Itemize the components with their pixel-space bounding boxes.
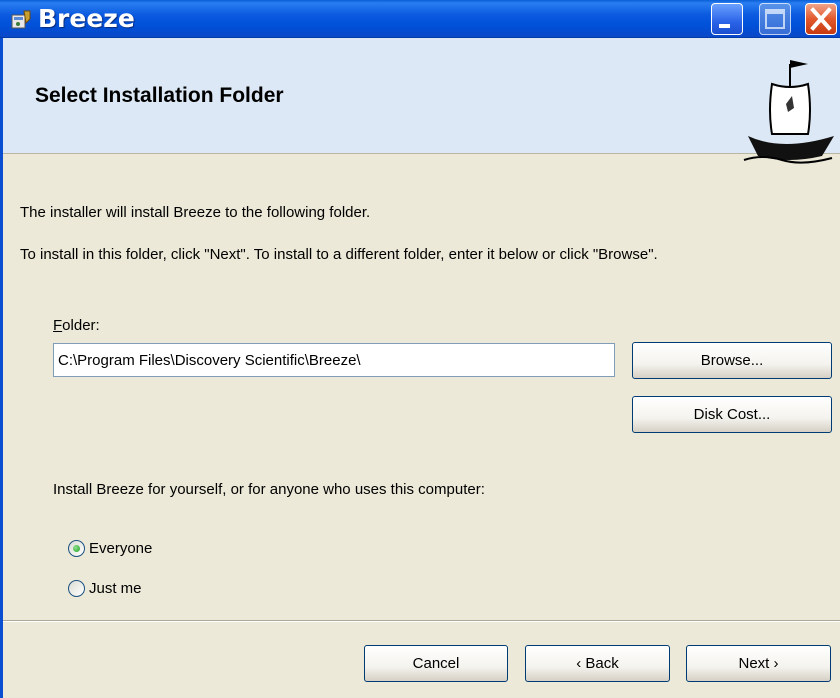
radio-just-me-label: Just me bbox=[89, 580, 142, 597]
disk-cost-button[interactable]: Disk Cost... bbox=[632, 396, 832, 433]
browse-button[interactable]: Browse... bbox=[632, 342, 832, 379]
radio-just-me[interactable]: Just me bbox=[68, 580, 142, 597]
close-icon bbox=[810, 7, 832, 31]
intro-text: The installer will install Breeze to the… bbox=[20, 204, 371, 221]
install-for-prompt: Install Breeze for yourself, or for anyo… bbox=[53, 481, 485, 498]
minimize-button[interactable] bbox=[711, 3, 743, 35]
ship-logo-icon bbox=[743, 60, 834, 164]
maximize-button[interactable] bbox=[759, 3, 791, 35]
minimize-icon bbox=[719, 24, 730, 28]
radio-button-checked[interactable] bbox=[68, 540, 85, 557]
instruction-text: To install in this folder, click "Next".… bbox=[20, 246, 658, 263]
header-banner: Select Installation Folder bbox=[3, 38, 840, 154]
next-button[interactable]: Next › bbox=[686, 645, 831, 682]
page-title: Select Installation Folder bbox=[35, 84, 284, 107]
window-title: Breeze bbox=[38, 4, 135, 33]
radio-button[interactable] bbox=[68, 580, 85, 597]
footer-divider bbox=[3, 620, 840, 622]
radio-everyone[interactable]: Everyone bbox=[68, 540, 152, 557]
title-bar[interactable]: Breeze bbox=[0, 0, 840, 38]
folder-path-input[interactable] bbox=[53, 343, 615, 377]
folder-label-mnemonic: F bbox=[53, 317, 63, 334]
installer-icon bbox=[11, 10, 31, 29]
back-button[interactable]: ‹ Back bbox=[525, 645, 670, 682]
folder-label: Folder: bbox=[53, 317, 100, 334]
radio-everyone-label: Everyone bbox=[89, 540, 153, 557]
cancel-button[interactable]: Cancel bbox=[364, 645, 508, 682]
folder-label-text: older: bbox=[62, 317, 100, 334]
maximize-icon bbox=[765, 9, 785, 29]
close-button[interactable] bbox=[805, 3, 837, 35]
